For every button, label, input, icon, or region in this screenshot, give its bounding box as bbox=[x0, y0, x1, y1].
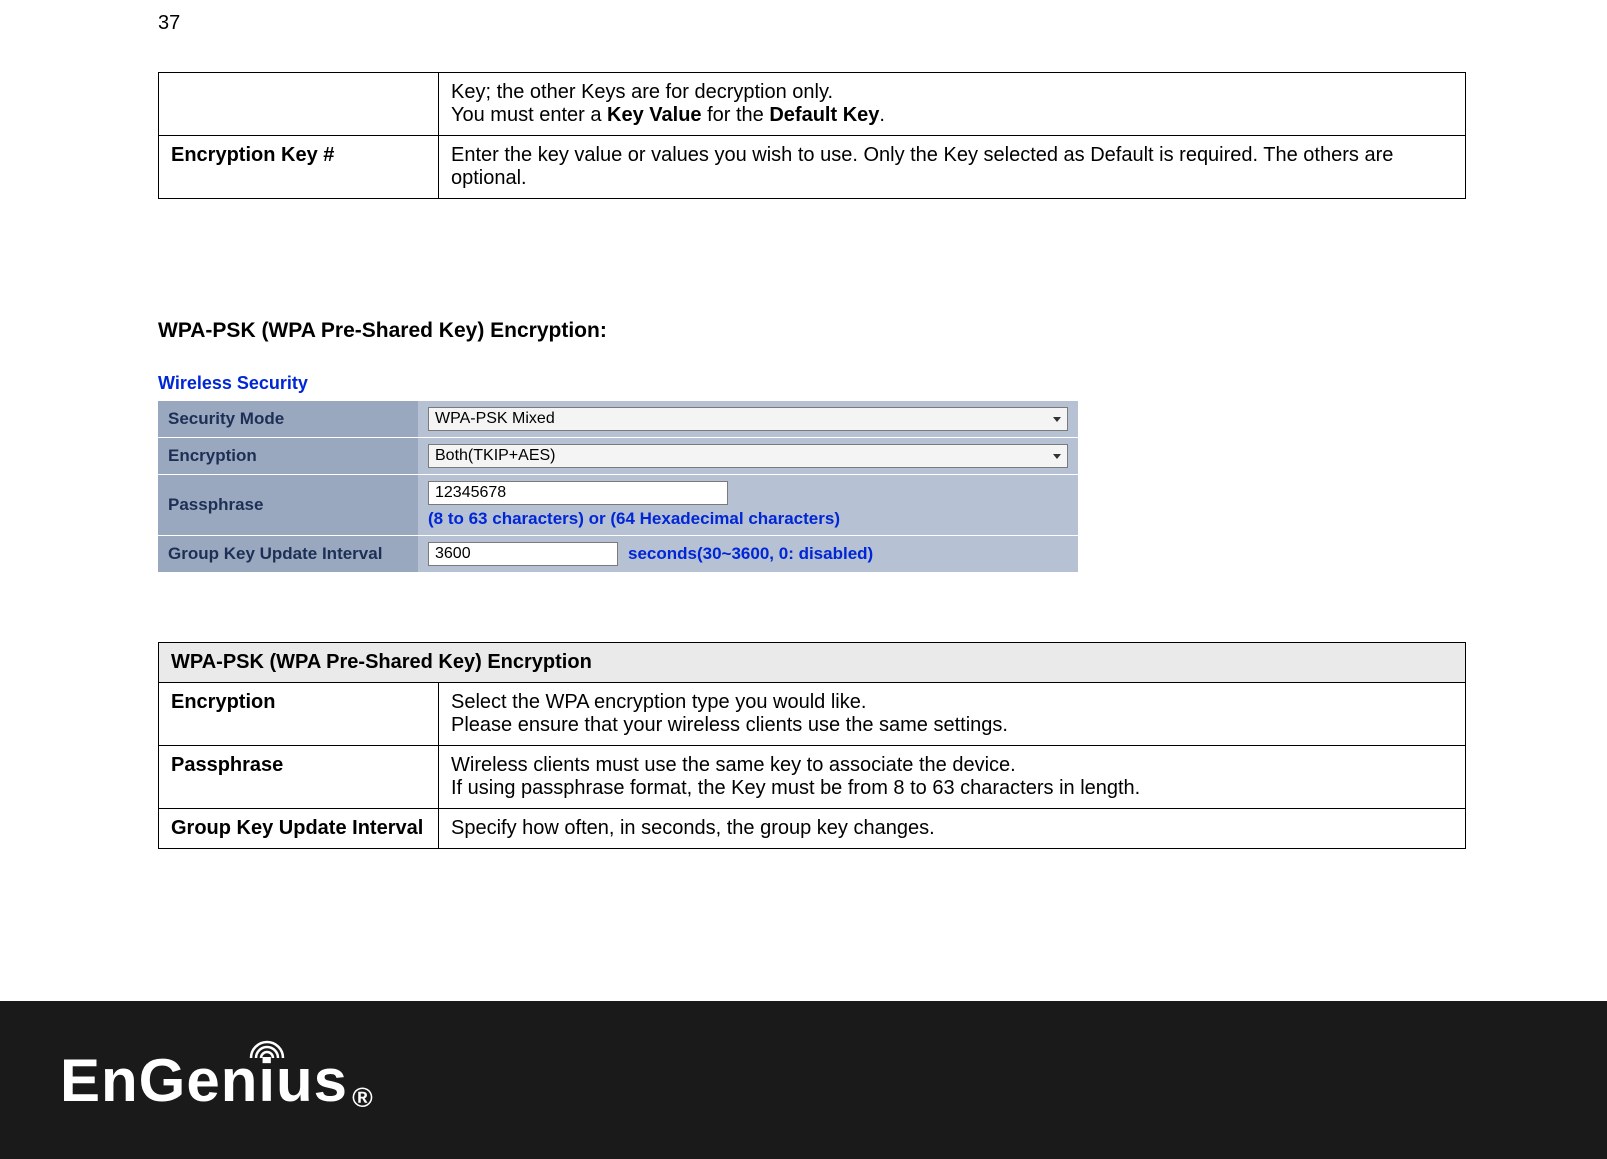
bold-key-value: Key Value bbox=[607, 104, 702, 126]
value-passphrase: 12345678 (8 to 63 characters) or (64 Hex… bbox=[418, 475, 1078, 535]
label-encryption: Encryption bbox=[158, 438, 418, 474]
table-row: Passphrase Wireless clients must use the… bbox=[159, 746, 1466, 809]
interval-hint: seconds(30~3600, 0: disabled) bbox=[628, 544, 873, 564]
text-line: If using passphrase format, the Key must… bbox=[451, 777, 1140, 799]
table-row: Key; the other Keys are for decryption o… bbox=[159, 73, 1466, 136]
page-content: Key; the other Keys are for decryption o… bbox=[158, 72, 1466, 849]
cell-text: Key; the other Keys are for decryption o… bbox=[439, 73, 1466, 136]
wifi-icon bbox=[247, 1038, 287, 1062]
row-passphrase: Passphrase 12345678 (8 to 63 characters)… bbox=[158, 474, 1078, 535]
security-mode-select[interactable]: WPA-PSK Mixed bbox=[428, 407, 1068, 431]
bold-default-key: Default Key bbox=[769, 104, 879, 126]
encryption-select[interactable]: Both(TKIP+AES) bbox=[428, 444, 1068, 468]
table-header-row: WPA-PSK (WPA Pre-Shared Key) Encryption bbox=[159, 643, 1466, 683]
interval-input[interactable]: 3600 bbox=[428, 542, 618, 566]
label-security-mode: Security Mode bbox=[158, 401, 418, 437]
text-line: Key; the other Keys are for decryption o… bbox=[451, 81, 833, 103]
cell-label-passphrase: Passphrase bbox=[159, 746, 439, 809]
text-line-pre: You must enter a bbox=[451, 104, 607, 126]
logo-registered: ® bbox=[352, 1082, 374, 1114]
footer: EnGenius® bbox=[0, 1001, 1607, 1159]
cell-text: Enter the key value or values you wish t… bbox=[439, 136, 1466, 199]
table-wpa-psk: WPA-PSK (WPA Pre-Shared Key) Encryption … bbox=[158, 642, 1466, 849]
cell-label-group-key-interval: Group Key Update Interval bbox=[159, 809, 439, 849]
text-line-post: . bbox=[879, 104, 885, 126]
section-heading-wpa-psk: WPA-PSK (WPA Pre-Shared Key) Encryption: bbox=[158, 319, 1466, 343]
value-encryption: Both(TKIP+AES) bbox=[418, 438, 1078, 474]
table-header-cell: WPA-PSK (WPA Pre-Shared Key) Encryption bbox=[159, 643, 1466, 683]
cell-label-encryption: Encryption bbox=[159, 683, 439, 746]
cell-text: Wireless clients must use the same key t… bbox=[439, 746, 1466, 809]
wireless-security-panel: Wireless Security Security Mode WPA-PSK … bbox=[158, 367, 1078, 572]
label-passphrase: Passphrase bbox=[158, 475, 418, 535]
cell-text: Specify how often, in seconds, the group… bbox=[439, 809, 1466, 849]
cell-label-blank bbox=[159, 73, 439, 136]
text-line: Select the WPA encryption type you would… bbox=[451, 691, 866, 713]
value-security-mode: WPA-PSK Mixed bbox=[418, 401, 1078, 437]
logo-i-wrap: i bbox=[258, 1046, 276, 1115]
row-group-key-interval: Group Key Update Interval 3600 seconds(3… bbox=[158, 535, 1078, 572]
text-line: Wireless clients must use the same key t… bbox=[451, 754, 1016, 776]
table-row: Group Key Update Interval Specify how of… bbox=[159, 809, 1466, 849]
engenius-logo: EnGenius® bbox=[60, 1046, 374, 1115]
panel-title: Wireless Security bbox=[158, 367, 1078, 400]
cell-label-encryption-key: Encryption Key # bbox=[159, 136, 439, 199]
row-encryption: Encryption Both(TKIP+AES) bbox=[158, 437, 1078, 474]
row-security-mode: Security Mode WPA-PSK Mixed bbox=[158, 400, 1078, 437]
text-line-mid: for the bbox=[702, 104, 770, 126]
table-row: Encryption Select the WPA encryption typ… bbox=[159, 683, 1466, 746]
passphrase-hint: (8 to 63 characters) or (64 Hexadecimal … bbox=[428, 509, 1068, 529]
logo-text-a: EnGen bbox=[60, 1046, 258, 1115]
table-wep-continued: Key; the other Keys are for decryption o… bbox=[158, 72, 1466, 199]
label-group-key-interval: Group Key Update Interval bbox=[158, 536, 418, 572]
cell-text: Select the WPA encryption type you would… bbox=[439, 683, 1466, 746]
page-number: 37 bbox=[158, 12, 180, 35]
text-line: Please ensure that your wireless clients… bbox=[451, 714, 1008, 736]
value-group-key-interval: 3600 seconds(30~3600, 0: disabled) bbox=[418, 536, 1078, 572]
table-row: Encryption Key # Enter the key value or … bbox=[159, 136, 1466, 199]
passphrase-input[interactable]: 12345678 bbox=[428, 481, 728, 505]
